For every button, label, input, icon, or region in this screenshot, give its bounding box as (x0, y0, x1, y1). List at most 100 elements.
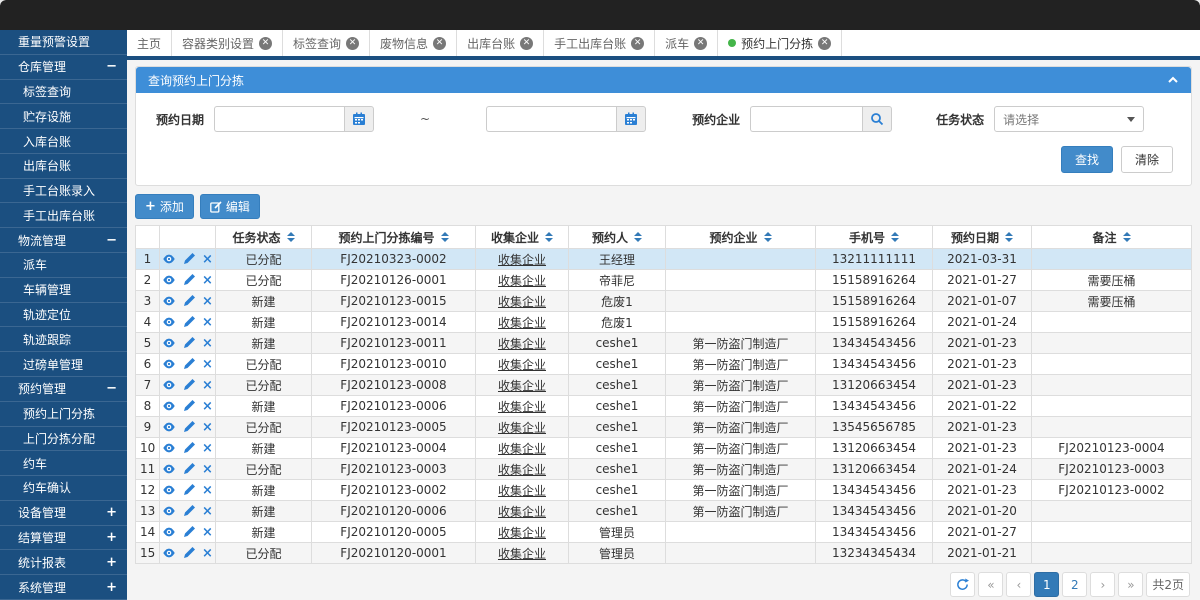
search-button[interactable]: 查找 (1061, 146, 1113, 173)
table-row[interactable]: 1 × 已分配 FJ20210323-0002 收集企业 王经理 1321111… (136, 249, 1192, 270)
delete-x-icon[interactable]: × (202, 505, 213, 518)
collector-link[interactable]: 收集企业 (498, 547, 546, 561)
collector-link[interactable]: 收集企业 (498, 526, 546, 540)
sort-icon[interactable] (287, 232, 295, 242)
eye-icon[interactable] (162, 274, 176, 286)
sidebar-item-inbound-ledger[interactable]: 入库台账 (0, 129, 127, 154)
prev-page-button[interactable]: ‹ (1006, 572, 1031, 597)
table-row[interactable]: 9 × 已分配 FJ20210123-0005 收集企业 ceshe1 第一防盗… (136, 417, 1192, 438)
sidebar-item-door-sorting-allocation[interactable]: 上门分拣分配 (0, 427, 127, 452)
sidebar-item-equipment-management[interactable]: 设备管理 + (0, 501, 127, 526)
tab-manual-outbound-ledger[interactable]: 手工出库台账 ✕ (544, 30, 655, 56)
table-row[interactable]: 7 × 已分配 FJ20210123-0008 收集企业 ceshe1 第一防盗… (136, 375, 1192, 396)
sidebar-item-weighing-slip-management[interactable]: 过磅单管理 (0, 352, 127, 377)
collector-link[interactable]: 收集企业 (498, 358, 546, 372)
refresh-button[interactable] (950, 572, 975, 597)
sidebar-item-appointment-management[interactable]: 预约管理 − (0, 377, 127, 402)
delete-x-icon[interactable]: × (202, 358, 213, 371)
collector-link[interactable]: 收集企业 (498, 484, 546, 498)
sort-icon[interactable] (545, 232, 553, 242)
eye-icon[interactable] (162, 547, 176, 559)
table-row[interactable]: 3 × 新建 FJ20210123-0015 收集企业 危废1 15158916… (136, 291, 1192, 312)
expand-toggle-icon[interactable]: − (106, 59, 117, 74)
delete-x-icon[interactable]: × (202, 316, 213, 329)
sort-icon[interactable] (441, 232, 449, 242)
eye-icon[interactable] (162, 421, 176, 433)
delete-x-icon[interactable]: × (202, 379, 213, 392)
collector-link[interactable]: 收集企业 (498, 505, 546, 519)
status-select[interactable]: 请选择 (994, 106, 1144, 132)
add-button[interactable]: + 添加 (135, 194, 194, 219)
pencil-icon[interactable] (183, 484, 195, 496)
sort-icon[interactable] (891, 232, 899, 242)
delete-x-icon[interactable]: × (202, 463, 213, 476)
eye-icon[interactable] (162, 295, 176, 307)
pencil-icon[interactable] (183, 316, 195, 328)
table-row[interactable]: 14 × 新建 FJ20210120-0005 收集企业 管理员 1343454… (136, 522, 1192, 543)
first-page-button[interactable]: « (978, 572, 1003, 597)
col-person[interactable]: 预约人 (569, 226, 666, 249)
sort-icon[interactable] (764, 232, 772, 242)
delete-x-icon[interactable]: × (202, 400, 213, 413)
collector-link[interactable]: 收集企业 (498, 421, 546, 435)
sidebar-item-logistics-management[interactable]: 物流管理 − (0, 228, 127, 253)
pencil-icon[interactable] (183, 274, 195, 286)
pencil-icon[interactable] (183, 505, 195, 517)
pencil-icon[interactable] (183, 547, 195, 559)
collector-link[interactable]: 收集企业 (498, 316, 546, 330)
clear-button[interactable]: 清除 (1121, 146, 1173, 173)
tab-outbound-ledger[interactable]: 出库台账 ✕ (457, 30, 544, 56)
expand-toggle-icon[interactable]: + (106, 555, 117, 570)
page-2-button[interactable]: 2 (1062, 572, 1087, 597)
tab-close-icon[interactable]: ✕ (433, 37, 446, 50)
pencil-icon[interactable] (183, 400, 195, 412)
sidebar-item-manual-ledger-entry[interactable]: 手工台账录入 (0, 179, 127, 204)
eye-icon[interactable] (162, 484, 176, 496)
table-row[interactable]: 6 × 已分配 FJ20210123-0010 收集企业 ceshe1 第一防盗… (136, 354, 1192, 375)
pencil-icon[interactable] (183, 295, 195, 307)
expand-toggle-icon[interactable]: − (106, 233, 117, 248)
tab-label-query[interactable]: 标签查询 ✕ (283, 30, 370, 56)
sidebar-item-book-vehicle-confirm[interactable]: 约车确认 (0, 476, 127, 501)
calendar-icon[interactable] (344, 106, 374, 132)
sidebar-item-storage-facility[interactable]: 贮存设施 (0, 104, 127, 129)
eye-icon[interactable] (162, 463, 176, 475)
date-to-input[interactable] (486, 106, 616, 132)
eye-icon[interactable] (162, 505, 176, 517)
sidebar-item-statistics-report[interactable]: 统计报表 + (0, 550, 127, 575)
sidebar-item-manual-outbound-ledger[interactable]: 手工出库台账 (0, 203, 127, 228)
eye-icon[interactable] (162, 316, 176, 328)
sidebar-item-label-query[interactable]: 标签查询 (0, 80, 127, 105)
edit-button[interactable]: 编辑 (200, 194, 260, 219)
tab-close-icon[interactable]: ✕ (520, 37, 533, 50)
tab-dispatch-vehicle[interactable]: 派车 ✕ (655, 30, 718, 56)
tab-close-icon[interactable]: ✕ (818, 37, 831, 50)
collector-link[interactable]: 收集企业 (498, 337, 546, 351)
delete-x-icon[interactable]: × (202, 274, 213, 287)
sidebar-item-appointment-door-sorting[interactable]: 预约上门分拣 (0, 402, 127, 427)
collector-link[interactable]: 收集企业 (498, 379, 546, 393)
tab-close-icon[interactable]: ✕ (631, 37, 644, 50)
calendar-icon[interactable] (616, 106, 646, 132)
sidebar-item-book-vehicle[interactable]: 约车 (0, 451, 127, 476)
sidebar-item-settlement-management[interactable]: 结算管理 + (0, 526, 127, 551)
last-page-button[interactable]: » (1118, 572, 1143, 597)
delete-x-icon[interactable]: × (202, 421, 213, 434)
expand-toggle-icon[interactable]: + (106, 530, 117, 545)
tab-appointment-door-sorting[interactable]: 预约上门分拣 ✕ (718, 30, 842, 56)
company-input[interactable] (750, 106, 862, 132)
pencil-icon[interactable] (183, 379, 195, 391)
col-date[interactable]: 预约日期 (933, 226, 1032, 249)
eye-icon[interactable] (162, 526, 176, 538)
page-1-button[interactable]: 1 (1034, 572, 1059, 597)
sidebar-item-track-positioning[interactable]: 轨迹定位 (0, 303, 127, 328)
table-row[interactable]: 13 × 新建 FJ20210120-0006 收集企业 ceshe1 第一防盗… (136, 501, 1192, 522)
delete-x-icon[interactable]: × (202, 295, 213, 308)
col-collector[interactable]: 收集企业 (476, 226, 569, 249)
sidebar-item-outbound-ledger[interactable]: 出库台账 (0, 154, 127, 179)
collector-link[interactable]: 收集企业 (498, 295, 546, 309)
eye-icon[interactable] (162, 442, 176, 454)
collector-link[interactable]: 收集企业 (498, 253, 546, 267)
col-sorting-code[interactable]: 预约上门分拣编号 (312, 226, 476, 249)
delete-x-icon[interactable]: × (202, 526, 213, 539)
